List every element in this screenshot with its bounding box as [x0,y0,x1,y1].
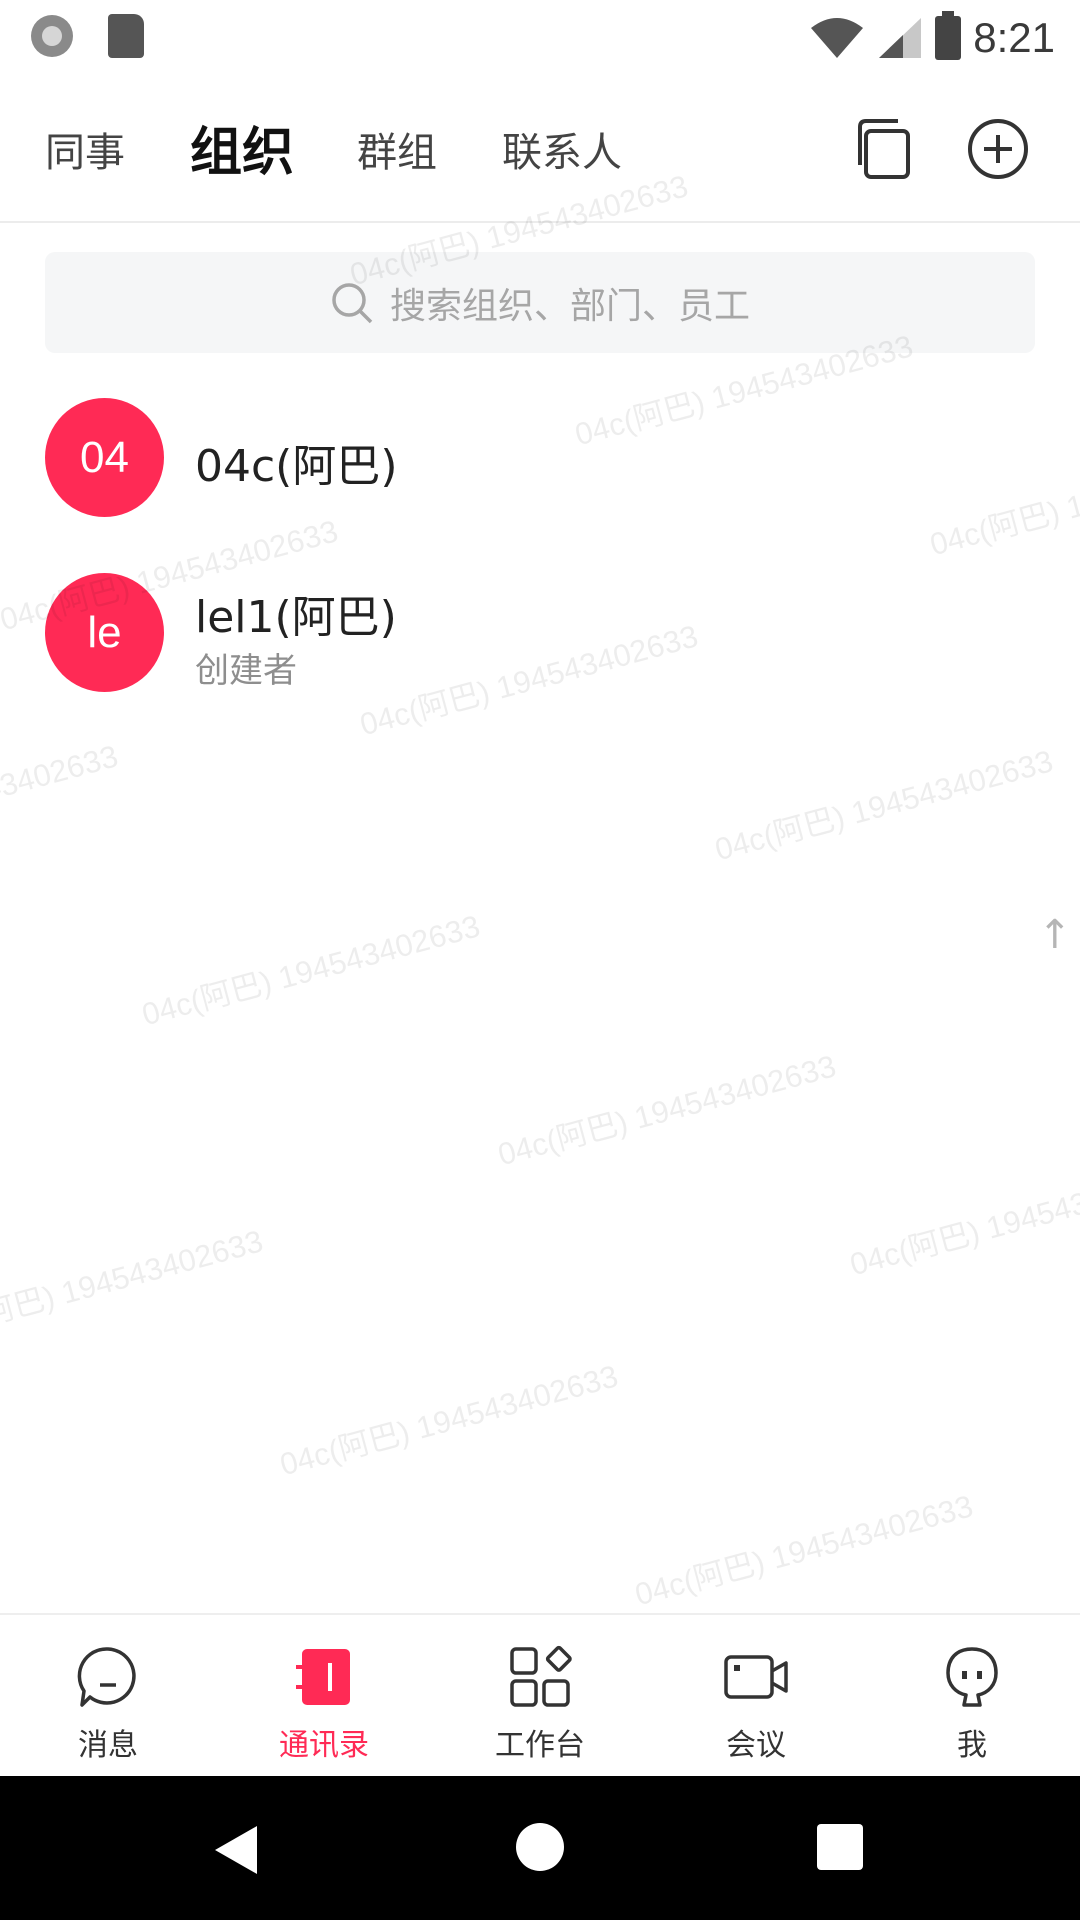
avatar: le [45,573,164,692]
tab-colleagues[interactable]: 同事 [45,120,125,178]
watermark: 04c(阿巴) 194543402633 [138,908,484,1033]
tab-groups[interactable]: 群组 [357,120,437,178]
sd-card-icon [108,14,144,58]
watermark: 04c(阿巴) 194543402633 [0,1223,267,1348]
nav-contacts[interactable]: 通讯录 [216,1615,432,1778]
nav-label: 工作台 [495,1728,585,1763]
watermark: 04c(阿巴) 194543402633 [0,738,122,862]
nav-label: 通讯录 [279,1728,369,1763]
address-book-icon [296,1649,350,1705]
back-icon[interactable] [215,1826,257,1874]
list-item[interactable]: le lel1(阿巴) 创建者 [0,573,1080,693]
watermark: 04c(阿巴) 194543402633 [846,1158,1080,1283]
watermark: 04c(阿巴) 194543402633 [711,743,1057,868]
nav-meetings[interactable]: 会议 [648,1615,864,1778]
scroll-to-top-arrow[interactable]: ↑ [1038,912,1072,958]
copy-icon[interactable] [852,117,916,181]
member-name: lel1(阿巴) [195,592,397,643]
video-camera-icon [724,1655,788,1699]
profile-face-icon [946,1647,998,1707]
status-bar: 8:21 [0,0,1080,75]
list-item[interactable]: 04 04c(阿巴) [0,398,1080,518]
search-placeholder: 搜索组织、部门、员工 [389,285,750,327]
watermark: 04c(阿巴) 194543402633 [631,1488,977,1613]
add-circle-icon[interactable] [966,117,1030,181]
status-right: 8:21 [809,10,1055,65]
watermark: 04c(阿巴) 194543402633 [276,1358,622,1483]
tab-organization[interactable]: 组织 [190,110,294,185]
member-role: 创建者 [195,651,297,691]
nav-workbench[interactable]: 工作台 [432,1615,648,1778]
nav-me[interactable]: 我 [864,1615,1080,1778]
nav-label: 会议 [726,1728,786,1763]
home-icon[interactable] [516,1823,564,1871]
message-bubble-icon [77,1647,136,1707]
search-icon [332,282,373,323]
nav-label: 消息 [78,1728,138,1763]
status-time: 8:21 [973,13,1055,61]
apps-grid-icon [510,1645,572,1707]
recent-apps-icon[interactable] [817,1824,863,1870]
org-name: 04c(阿巴) [195,441,398,492]
bottom-navigation: 消息 通讯录 工作台 会议 我 [0,1613,1080,1778]
avatar: 04 [45,398,164,517]
nav-label: 我 [957,1728,987,1763]
record-indicator-icon [31,15,73,57]
wifi-icon [811,17,864,58]
search-bar[interactable]: 搜索组织、部门、员工 [45,252,1035,353]
contacts-header: 同事 组织 群组 联系人 [0,75,1080,223]
battery-icon [935,10,962,60]
watermark: 04c(阿巴) 194543402633 [494,1048,840,1173]
cellular-signal-icon [879,17,922,58]
nav-messages[interactable]: 消息 [0,1615,216,1778]
tab-contacts[interactable]: 联系人 [502,120,622,178]
